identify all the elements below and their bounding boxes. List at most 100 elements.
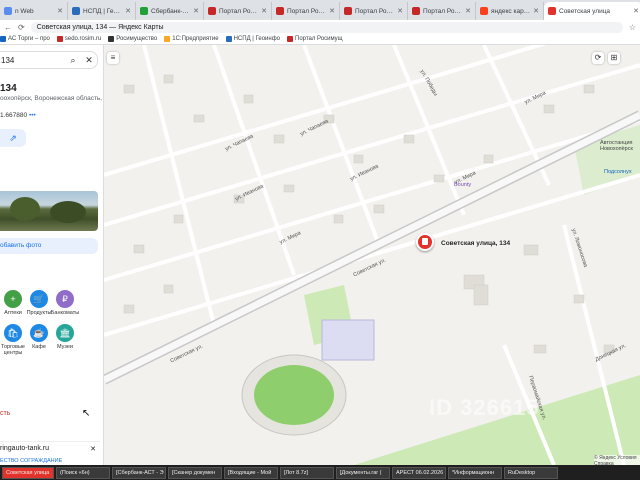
taskbar-item[interactable]: Советская улица xyxy=(2,466,54,479)
taskbar-item[interactable]: [Лот 8.7z] xyxy=(280,466,334,479)
category-item[interactable]: + Аптеки xyxy=(0,290,26,316)
taskbar-item[interactable]: [Входящие - Мой xyxy=(224,466,278,479)
search-icon[interactable]: ⌕ xyxy=(65,55,81,66)
tab-close-icon[interactable]: ✕ xyxy=(261,7,267,15)
more-icon[interactable]: ••• xyxy=(29,112,36,119)
reload-icon[interactable]: ⟳ xyxy=(18,23,25,32)
bookmark-icon xyxy=(56,36,63,42)
poi-label[interactable]: Автостанция Новохопёрск xyxy=(600,140,636,152)
search-box[interactable]: 134 ⌕ ✕ xyxy=(0,51,98,69)
browser-tab[interactable]: Советская улица ✕ xyxy=(544,2,640,20)
tab-close-icon[interactable]: ✕ xyxy=(533,7,539,15)
url-field[interactable]: Советская улица, 134 — Яндекс Карты xyxy=(30,21,623,33)
taskbar-item[interactable]: *Информационн xyxy=(448,466,502,479)
map-copyright[interactable]: © Яндекс Условия Справка xyxy=(594,455,640,465)
taskbar-item[interactable]: [Сбербанк-АСТ - Э xyxy=(112,466,166,479)
bookmark-item[interactable]: sedo.rosim.ru xyxy=(56,36,101,42)
taskbar-item[interactable]: (Поиск «6н) xyxy=(56,466,110,479)
category-item xyxy=(78,290,103,316)
place-title: 134 xyxy=(0,83,17,94)
taskbar-item[interactable]: RuDesktop xyxy=(504,466,558,479)
browser-tab[interactable]: Портал Росимущ ✕ xyxy=(340,2,408,20)
category-item[interactable]: ☕ Кафе xyxy=(26,324,52,356)
tab-title: Портал Росимущ xyxy=(287,7,326,15)
search-input[interactable]: 134 xyxy=(0,56,65,65)
address-bar: ← ⟳ Советская улица, 134 — Яндекс Карты … xyxy=(0,20,640,34)
tab-title: Сбербанк-АСТ - Эл xyxy=(151,7,190,15)
star-icon[interactable]: ☆ xyxy=(629,23,636,32)
taskbar-item[interactable]: [Документы.rar ( xyxy=(336,466,390,479)
footer-note[interactable]: ЕСТВО СОГРАЖДАНИЕ xyxy=(0,458,62,464)
photo-tree xyxy=(50,201,86,223)
tab-title: Советская улица xyxy=(559,7,611,15)
bookmark-label: Портал Росимущ xyxy=(295,36,343,42)
favicon-icon xyxy=(344,7,352,15)
close-icon[interactable]: ✕ xyxy=(81,55,97,66)
report-link[interactable]: сть xyxy=(0,410,10,417)
bookmark-item[interactable]: Портал Росимущ xyxy=(287,36,343,42)
add-photo-button[interactable]: обавить фото xyxy=(0,238,98,254)
tab-strip: n Web ✕ НСПД | Геоинформ ✕ Сбербанк-АСТ … xyxy=(0,0,640,20)
coordinates[interactable]: 1.667880 ••• xyxy=(0,112,36,119)
place-photo[interactable] xyxy=(0,191,98,231)
favicon-icon xyxy=(208,7,216,15)
category-item[interactable]: 🏛 Музеи xyxy=(52,324,78,356)
map-layers-button[interactable]: ≡ xyxy=(107,52,119,64)
bookmark-item[interactable]: Росимущество xyxy=(108,36,157,42)
poi-label[interactable]: Подсолнух xyxy=(604,169,632,175)
browser-tab[interactable]: Портал Росимущ ✕ xyxy=(272,2,340,20)
share-button[interactable]: ⇗ xyxy=(0,129,26,147)
tab-close-icon[interactable]: ✕ xyxy=(397,7,403,15)
tab-title: яндекс карта — Я xyxy=(491,7,531,15)
poi-label[interactable]: Bounty xyxy=(454,182,471,188)
category-icon: 🛍 xyxy=(4,324,22,342)
browser-tab[interactable]: Портал Росимущ ✕ xyxy=(408,2,476,20)
category-item[interactable]: 🛒 Продукты xyxy=(26,290,52,316)
taskbar-item[interactable]: АРЕСТ 06.02.2026 xyxy=(392,466,446,479)
tab-close-icon[interactable]: ✕ xyxy=(329,7,335,15)
place-pin[interactable] xyxy=(416,233,434,251)
browser-tab[interactable]: Портал Росимущ ✕ xyxy=(204,2,272,20)
tab-close-icon[interactable]: ✕ xyxy=(57,7,63,15)
tab-close-icon[interactable]: ✕ xyxy=(193,7,199,15)
bookmark-icon xyxy=(164,36,171,42)
category-item[interactable]: ₽ Банкоматы xyxy=(51,290,79,316)
back-icon[interactable]: ← xyxy=(4,23,12,32)
favicon-icon xyxy=(4,7,12,15)
favicon-icon xyxy=(548,7,556,15)
tab-close-icon[interactable]: ✕ xyxy=(125,7,131,15)
category-item[interactable]: 🛍 Торговые центры xyxy=(0,324,26,356)
bookmark-item[interactable]: НСПД | Геоинфо xyxy=(225,36,280,42)
category-icon: 🛒 xyxy=(30,290,48,308)
browser-tab[interactable]: Сбербанк-АСТ - Эл ✕ xyxy=(136,2,204,20)
category-label: Продукты xyxy=(26,310,52,316)
tab-title: n Web xyxy=(15,7,34,15)
favicon-icon xyxy=(140,7,148,15)
browser-tab[interactable]: n Web ✕ xyxy=(0,2,68,20)
pin-label[interactable]: Советская улица, 134 xyxy=(441,240,510,247)
place-address: оохопёрск, Воронежская область, xyxy=(0,95,103,102)
coordinates-value: 1.667880 xyxy=(0,112,28,119)
bookmark-item[interactable]: АС Торги – про xyxy=(0,36,50,42)
map-refresh-button[interactable]: ⟳ xyxy=(592,52,604,64)
place-panel: 134 ⌕ ✕ 134 оохопёрск, Воронежская облас… xyxy=(0,45,104,465)
bookmark-label: НСПД | Геоинфо xyxy=(233,36,280,42)
bookmark-label: 1С:Предприятие xyxy=(172,36,219,42)
tab-close-icon[interactable]: ✕ xyxy=(465,7,471,15)
website-link[interactable]: ringauto-tank.ru ✕ xyxy=(0,441,100,455)
bookmark-label: АС Торги – про xyxy=(8,36,50,42)
browser-tab[interactable]: яндекс карта — Я ✕ xyxy=(476,2,544,20)
map-grid-button[interactable]: ⊞ xyxy=(608,52,620,64)
map-canvas[interactable]: Советская ул. Советская ул. ул. Мира ул.… xyxy=(104,45,640,465)
watermark: ID 326615 xyxy=(429,395,540,420)
website-url[interactable]: ringauto-tank.ru xyxy=(0,445,49,452)
tab-close-icon[interactable]: ✕ xyxy=(633,7,639,15)
category-grid: + Аптеки 🛒 Продукты ₽ Банкоматы 🛍 Торговые … xyxy=(0,290,103,356)
close-icon[interactable]: ✕ xyxy=(90,445,96,453)
map-base xyxy=(104,45,640,465)
browser-tab[interactable]: НСПД | Геоинформ ✕ xyxy=(68,2,136,20)
category-label: Музеи xyxy=(57,344,73,350)
bookmark-item[interactable]: 1С:Предприятие xyxy=(164,36,219,42)
mouse-cursor-icon: ↖ xyxy=(82,408,91,419)
taskbar-item[interactable]: [Сканер докумен xyxy=(168,466,222,479)
